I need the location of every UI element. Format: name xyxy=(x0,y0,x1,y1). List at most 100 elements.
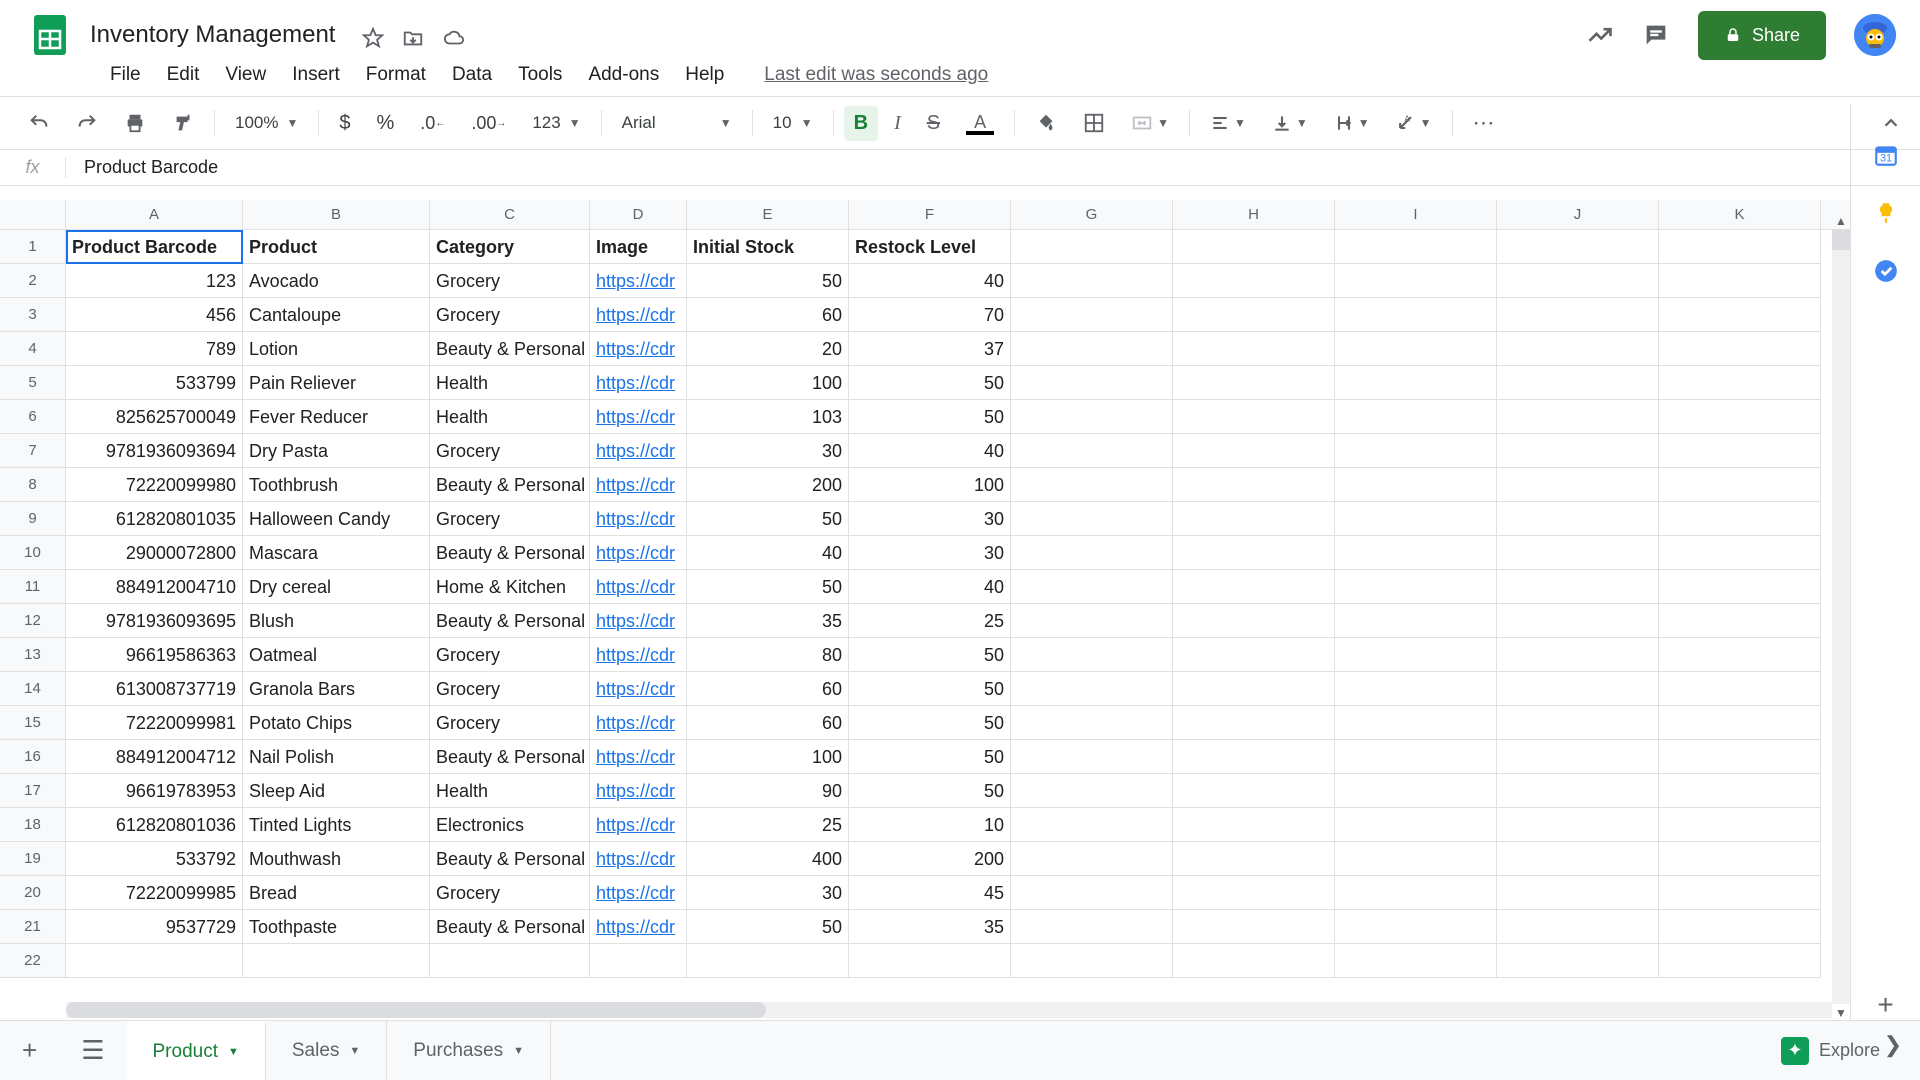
cell[interactable]: 9537729 xyxy=(66,910,243,944)
cell[interactable]: https://cdr xyxy=(590,604,687,638)
cell[interactable] xyxy=(1011,468,1173,502)
cell[interactable] xyxy=(1335,910,1497,944)
sheet-tab-sales[interactable]: Sales▼ xyxy=(266,1021,387,1080)
cell[interactable] xyxy=(1335,502,1497,536)
cell[interactable] xyxy=(1173,876,1335,910)
cell[interactable] xyxy=(1335,230,1497,264)
cell[interactable] xyxy=(1173,502,1335,536)
share-button[interactable]: Share xyxy=(1698,11,1826,60)
cell[interactable] xyxy=(1659,570,1821,604)
formula-input[interactable] xyxy=(66,157,1920,178)
cell[interactable]: Toothbrush xyxy=(243,468,430,502)
cell[interactable] xyxy=(1659,638,1821,672)
cell[interactable] xyxy=(1173,740,1335,774)
cell[interactable]: Bread xyxy=(243,876,430,910)
cell[interactable]: Blush xyxy=(243,604,430,638)
cell[interactable] xyxy=(1497,468,1659,502)
currency-button[interactable]: $ xyxy=(329,106,360,141)
increase-decimal-button[interactable]: .00→ xyxy=(461,107,516,140)
column-header[interactable]: G xyxy=(1011,200,1173,229)
cell[interactable]: https://cdr xyxy=(590,740,687,774)
select-all-corner[interactable] xyxy=(0,200,66,230)
cell[interactable] xyxy=(1173,842,1335,876)
cell[interactable] xyxy=(1659,876,1821,910)
cell[interactable] xyxy=(1659,740,1821,774)
cell[interactable] xyxy=(1335,604,1497,638)
cell[interactable]: 50 xyxy=(687,264,849,298)
cell[interactable] xyxy=(1497,400,1659,434)
cell[interactable]: 100 xyxy=(687,366,849,400)
move-icon[interactable] xyxy=(402,27,424,49)
cell[interactable] xyxy=(590,944,687,978)
cell[interactable]: Potato Chips xyxy=(243,706,430,740)
cell[interactable]: 200 xyxy=(687,468,849,502)
menu-edit[interactable]: Edit xyxy=(167,64,200,86)
cell[interactable]: 50 xyxy=(849,672,1011,706)
cell[interactable] xyxy=(1497,604,1659,638)
text-color-button[interactable]: A xyxy=(956,106,1004,141)
column-header[interactable]: D xyxy=(590,200,687,229)
bold-button[interactable]: B xyxy=(844,106,878,141)
cell[interactable] xyxy=(1011,536,1173,570)
cell[interactable]: 30 xyxy=(849,502,1011,536)
cell[interactable]: https://cdr xyxy=(590,910,687,944)
cell[interactable]: https://cdr xyxy=(590,264,687,298)
percent-button[interactable]: % xyxy=(367,106,405,141)
cell[interactable]: 60 xyxy=(687,672,849,706)
sheets-logo[interactable] xyxy=(24,9,76,61)
cell[interactable]: Grocery xyxy=(430,638,590,672)
cell[interactable]: Beauty & Personal xyxy=(430,740,590,774)
row-header[interactable]: 11 xyxy=(0,570,65,604)
scrollbar-thumb[interactable] xyxy=(1832,230,1850,250)
column-header[interactable]: I xyxy=(1335,200,1497,229)
row-header[interactable]: 18 xyxy=(0,808,65,842)
cell[interactable] xyxy=(1659,672,1821,706)
font-size-select[interactable]: 10▼ xyxy=(763,109,823,137)
column-header[interactable]: C xyxy=(430,200,590,229)
borders-button[interactable] xyxy=(1073,106,1115,140)
cell[interactable]: 100 xyxy=(687,740,849,774)
cell[interactable]: 29000072800 xyxy=(66,536,243,570)
cell[interactable]: Halloween Candy xyxy=(243,502,430,536)
cell[interactable] xyxy=(1659,264,1821,298)
cell[interactable]: Product xyxy=(243,230,430,264)
row-header[interactable]: 1 xyxy=(0,230,65,264)
cell[interactable]: 50 xyxy=(849,740,1011,774)
cell[interactable] xyxy=(1011,230,1173,264)
cell[interactable] xyxy=(1497,876,1659,910)
cell[interactable]: 50 xyxy=(687,910,849,944)
cell[interactable] xyxy=(1497,264,1659,298)
calendar-icon[interactable]: 31 xyxy=(1871,140,1901,170)
cell[interactable]: 103 xyxy=(687,400,849,434)
cell[interactable] xyxy=(1335,366,1497,400)
cell[interactable] xyxy=(1173,536,1335,570)
cell[interactable] xyxy=(1497,842,1659,876)
menu-add-ons[interactable]: Add-ons xyxy=(588,64,659,86)
cell[interactable] xyxy=(1659,842,1821,876)
h-align-button[interactable]: ▼ xyxy=(1200,107,1256,139)
cell[interactable] xyxy=(1497,502,1659,536)
row-header[interactable]: 3 xyxy=(0,298,65,332)
cell[interactable]: Grocery xyxy=(430,502,590,536)
v-align-button[interactable]: ▼ xyxy=(1262,107,1318,139)
cell[interactable]: 50 xyxy=(687,502,849,536)
comments-icon[interactable] xyxy=(1642,21,1670,49)
cell[interactable]: 50 xyxy=(687,570,849,604)
cell[interactable]: Home & Kitchen xyxy=(430,570,590,604)
cell[interactable] xyxy=(1659,502,1821,536)
cell[interactable] xyxy=(1173,400,1335,434)
cell[interactable] xyxy=(1497,808,1659,842)
cell[interactable] xyxy=(1659,298,1821,332)
menu-format[interactable]: Format xyxy=(366,64,426,86)
cell[interactable]: Dry Pasta xyxy=(243,434,430,468)
cell[interactable] xyxy=(1659,400,1821,434)
cell[interactable]: Oatmeal xyxy=(243,638,430,672)
cell[interactable]: 50 xyxy=(849,638,1011,672)
column-header[interactable]: B xyxy=(243,200,430,229)
activity-icon[interactable] xyxy=(1586,21,1614,49)
row-header[interactable]: 4 xyxy=(0,332,65,366)
cell[interactable] xyxy=(1335,264,1497,298)
cell[interactable] xyxy=(1659,604,1821,638)
cell[interactable]: Health xyxy=(430,400,590,434)
cell[interactable] xyxy=(1659,910,1821,944)
